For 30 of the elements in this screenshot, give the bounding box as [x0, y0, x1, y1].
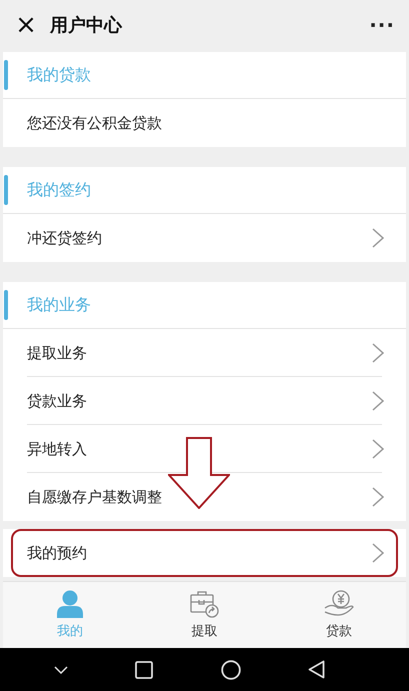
- info-text: 您还没有公积金贷款: [27, 114, 163, 132]
- hide-keyboard-icon[interactable]: [54, 666, 68, 674]
- tab[interactable]: 提取: [137, 582, 272, 648]
- home-icon[interactable]: [220, 660, 241, 680]
- chevron-icon: [372, 487, 384, 507]
- recent-apps-icon[interactable]: [135, 660, 154, 678]
- back-icon[interactable]: [308, 660, 326, 679]
- close-button[interactable]: ×: [14, 12, 38, 38]
- section-marker: [4, 175, 8, 205]
- more-button[interactable]: ···: [369, 13, 395, 37]
- menu-item[interactable]: 异地转入: [27, 440, 372, 458]
- hand-coin-icon: [324, 590, 354, 618]
- chevron-icon: [372, 343, 384, 363]
- person-icon: [57, 590, 84, 618]
- section-marker: [4, 290, 8, 320]
- tab[interactable]: 贷款: [272, 582, 406, 648]
- chevron-icon: [372, 543, 384, 563]
- briefcase-icon: [189, 590, 220, 618]
- menu-item[interactable]: 贷款业务: [27, 392, 372, 410]
- window-title: 用户中心: [50, 14, 124, 37]
- menu-item[interactable]: 自愿缴存户基数调整: [27, 488, 372, 506]
- chevron-icon: [372, 391, 384, 411]
- section-title: 我的签约: [27, 180, 91, 200]
- menu-item[interactable]: 冲还贷签约: [27, 228, 372, 248]
- section-marker: [4, 60, 8, 90]
- menu-item[interactable]: 提取业务: [27, 344, 372, 362]
- chevron-icon: [372, 228, 384, 248]
- chevron-icon: [372, 439, 384, 459]
- section-title: 我的贷款: [27, 64, 91, 86]
- section-title: 我的业务: [27, 294, 91, 316]
